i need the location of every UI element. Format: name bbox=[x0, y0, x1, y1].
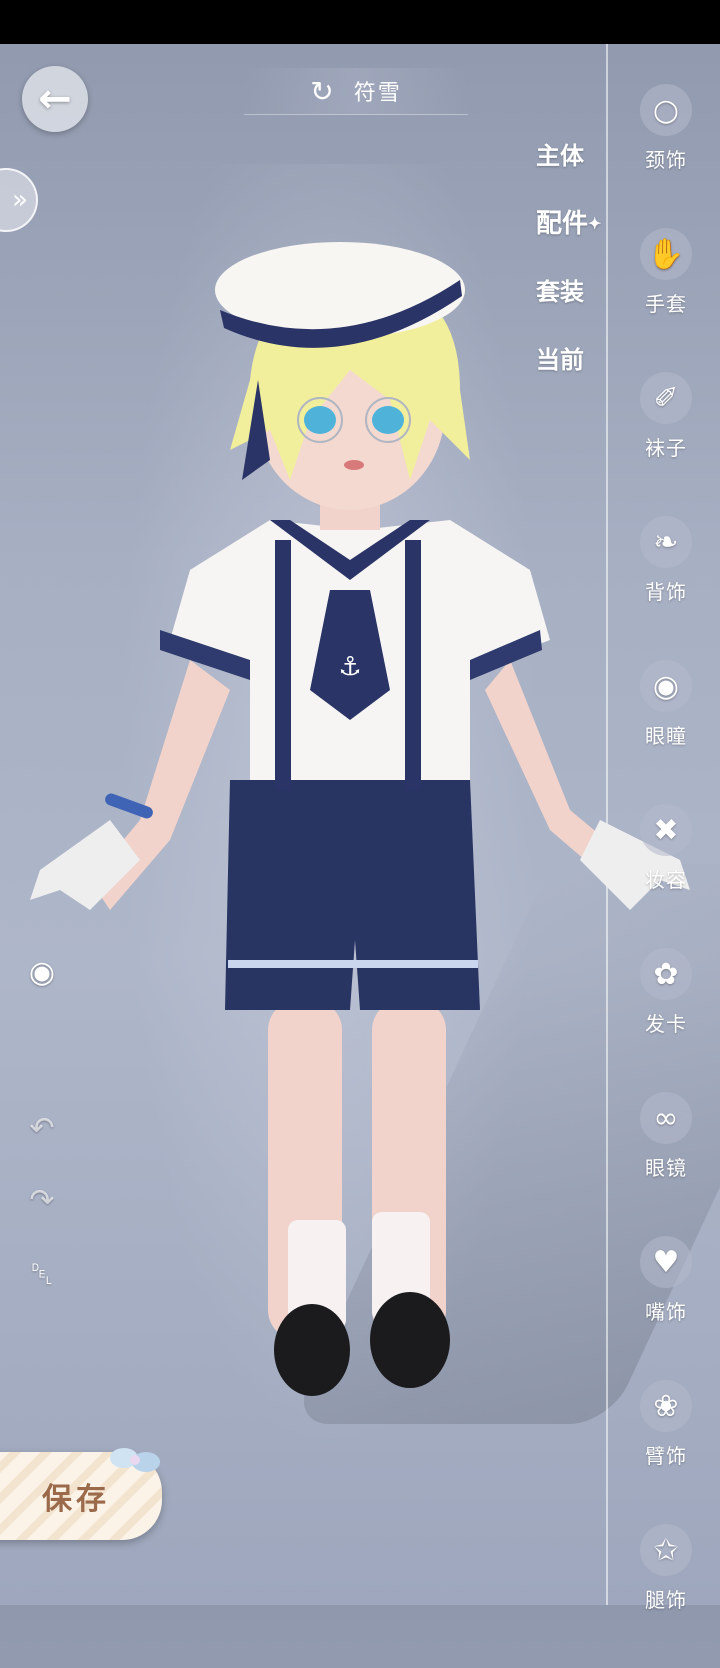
category-leg-accessory[interactable]: ✩ 腿饰 bbox=[612, 1524, 720, 1668]
shorts-stripe bbox=[228, 960, 478, 968]
trash-icon[interactable]: ␡ bbox=[22, 1254, 62, 1294]
category-socks[interactable]: ✐ 袜子 bbox=[612, 372, 720, 516]
status-bar bbox=[0, 0, 720, 44]
glove-icon: ✋ bbox=[640, 228, 692, 280]
glasses-icon: ∞ bbox=[640, 1092, 692, 1144]
character-name: 符雪 bbox=[353, 81, 402, 106]
eye-toggle-icon[interactable]: ◉ bbox=[22, 952, 62, 992]
mouth bbox=[344, 460, 364, 470]
undo-icon[interactable]: ↶ bbox=[22, 1108, 62, 1148]
category-makeup[interactable]: ✖ 妆容 bbox=[612, 804, 720, 948]
navy-shorts bbox=[225, 780, 480, 1010]
double-chevron-right-icon: » bbox=[12, 185, 28, 215]
pacifier-icon: ♥ bbox=[640, 1236, 692, 1288]
arm-accessory-icon: ❀ bbox=[640, 1380, 692, 1432]
left-suspender bbox=[275, 540, 291, 790]
redo-icon[interactable]: ↷ bbox=[22, 1180, 62, 1220]
category-eyes[interactable]: ◉ 眼瞳 bbox=[612, 660, 720, 804]
necklace-icon: ○ bbox=[640, 84, 692, 136]
category-mouth-accessory[interactable]: ♥ 嘴饰 bbox=[612, 1236, 720, 1380]
left-shoe bbox=[274, 1304, 350, 1396]
sparkle-icon: ✦ bbox=[588, 214, 602, 233]
category-gloves[interactable]: ✋ 手套 bbox=[612, 228, 720, 372]
character-name-bar[interactable]: ↻ 符雪 bbox=[244, 68, 468, 115]
left-eye bbox=[304, 406, 336, 434]
anchor-symbol: ⚓ bbox=[338, 652, 361, 682]
leg-accessory-icon: ✩ bbox=[640, 1524, 692, 1576]
wing-icon: ❧ bbox=[640, 516, 692, 568]
sock-icon: ✐ bbox=[640, 372, 692, 424]
tab-main-body[interactable]: 主体 bbox=[536, 136, 616, 204]
left-glove bbox=[30, 820, 140, 910]
category-necklace[interactable]: ○ 颈饰 bbox=[612, 84, 720, 228]
accessory-category-list: ○ 颈饰 ✋ 手套 ✐ 袜子 ❧ 背饰 ◉ 眼瞳 ✖ 妆容 ✿ 发卡 ∞ 眼镜 … bbox=[612, 84, 720, 1668]
back-button[interactable]: ← bbox=[22, 66, 88, 132]
tab-current[interactable]: 当前 bbox=[536, 340, 616, 408]
right-suspender bbox=[405, 540, 421, 790]
category-arm-accessory[interactable]: ❀ 臂饰 bbox=[612, 1380, 720, 1524]
flower-clip-icon: ✿ bbox=[640, 948, 692, 1000]
category-hairclip[interactable]: ✿ 发卡 bbox=[612, 948, 720, 1092]
right-eye bbox=[372, 406, 404, 434]
category-tabs: 主体 配件✦ 套装 当前 bbox=[536, 136, 616, 408]
ribbon-decoration-icon bbox=[110, 1448, 160, 1472]
refresh-icon[interactable]: ↻ bbox=[310, 75, 333, 108]
category-glasses[interactable]: ∞ 眼镜 bbox=[612, 1092, 720, 1236]
eye-icon: ◉ bbox=[640, 660, 692, 712]
tab-outfits[interactable]: 套装 bbox=[536, 272, 616, 340]
right-shoe bbox=[370, 1292, 450, 1388]
tab-accessories[interactable]: 配件✦ bbox=[536, 204, 616, 272]
category-back-accessory[interactable]: ❧ 背饰 bbox=[612, 516, 720, 660]
makeup-brush-icon: ✖ bbox=[640, 804, 692, 856]
arrow-left-icon: ← bbox=[38, 76, 72, 122]
